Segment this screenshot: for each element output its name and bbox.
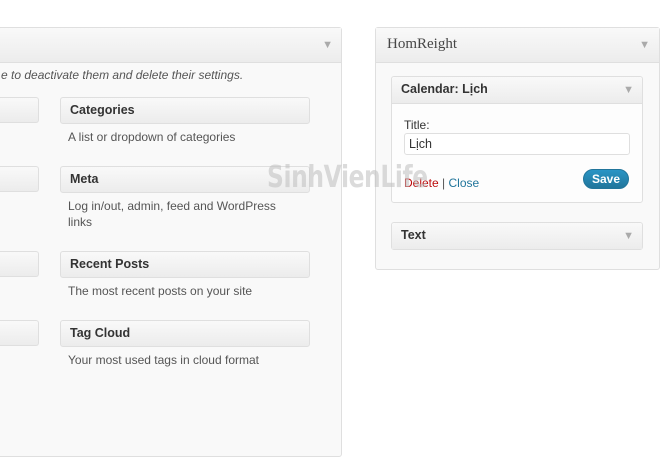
widget-description: A list or dropdown of categories (68, 130, 236, 144)
widget-categories: Categories A list or dropdown of categor… (60, 97, 310, 145)
widget-recent-posts: Recent Posts The most recent posts on yo… (60, 251, 310, 299)
sidebar-header[interactable]: HomReight ▼ (376, 28, 659, 63)
available-widgets-description: e to deactivate them and delete their se… (1, 68, 244, 82)
title-field-label: Title: (404, 118, 430, 132)
collapse-arrow-icon[interactable]: ▼ (639, 39, 650, 51)
text-widget: Text ▼ (391, 222, 643, 250)
widget-stub[interactable] (0, 166, 39, 192)
widget-meta: Meta Log in/out, admin, feed and WordPre… (60, 166, 310, 230)
sidebar-panel: HomReight ▼ Calendar: Lịch ▼ Title: Dele… (375, 27, 660, 270)
close-link[interactable]: Close (449, 176, 480, 190)
widget-tag-cloud: Tag Cloud Your most used tags in cloud f… (60, 320, 310, 368)
widget-description: Log in/out, admin, feed and WordPress li… (68, 199, 276, 229)
widget-control-links: Delete | Close (404, 176, 479, 190)
widget-title[interactable]: Categories (60, 97, 310, 124)
calendar-widget-title-text: Calendar: Lịch (401, 82, 488, 96)
widget-stub[interactable] (0, 251, 39, 277)
widget-title[interactable]: Meta (60, 166, 310, 193)
available-widgets-header[interactable]: ▼ (0, 28, 341, 63)
calendar-widget-title[interactable]: Calendar: Lịch ▼ (392, 77, 642, 104)
save-button[interactable]: Save (583, 169, 629, 189)
collapse-arrow-icon[interactable]: ▼ (623, 224, 634, 249)
widget-title[interactable]: Recent Posts (60, 251, 310, 278)
text-widget-title[interactable]: Text ▼ (392, 223, 642, 249)
link-separator: | (442, 176, 446, 190)
collapse-arrow-icon[interactable]: ▼ (322, 39, 333, 51)
widget-description: The most recent posts on your site (68, 284, 253, 298)
text-widget-title-text: Text (401, 228, 426, 242)
delete-link[interactable]: Delete (404, 176, 439, 190)
available-widgets-panel: ▼ e to deactivate them and delete their … (0, 27, 342, 457)
widget-stub[interactable] (0, 320, 39, 346)
collapse-arrow-icon[interactable]: ▼ (623, 78, 634, 103)
calendar-widget: Calendar: Lịch ▼ Title: Delete | Close S… (391, 76, 643, 203)
sidebar-title: HomReight (387, 36, 457, 52)
widget-title[interactable]: Tag Cloud (60, 320, 310, 347)
title-input[interactable] (404, 133, 630, 155)
widget-stub[interactable] (0, 97, 39, 123)
widget-description: Your most used tags in cloud format (68, 353, 259, 367)
